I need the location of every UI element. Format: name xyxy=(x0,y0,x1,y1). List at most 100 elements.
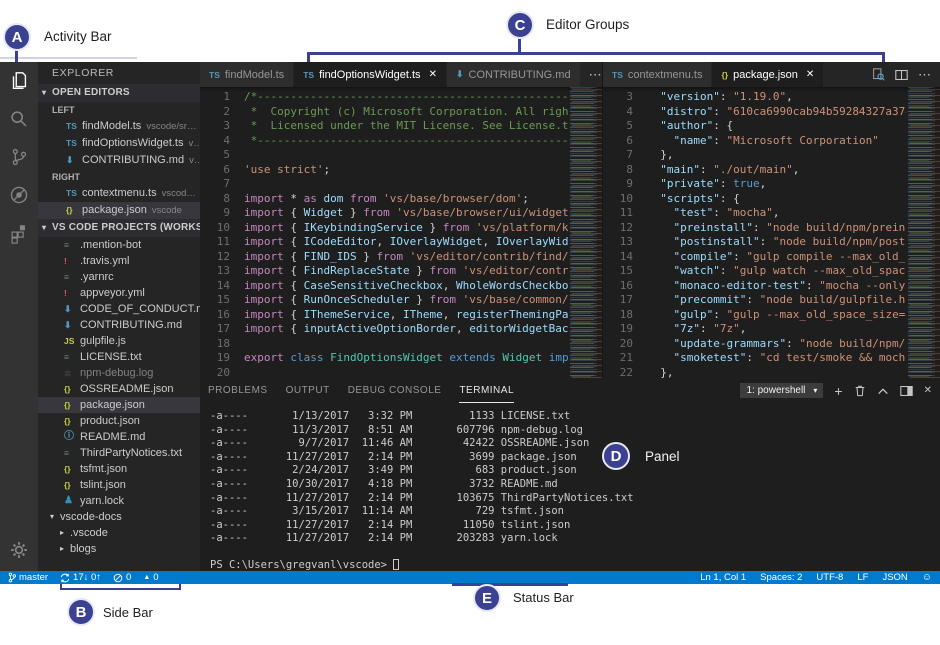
minimap[interactable] xyxy=(568,87,602,378)
tab-label: findModel.ts xyxy=(225,69,284,81)
new-terminal-icon[interactable]: + xyxy=(834,383,842,399)
open-editor-item[interactable]: {}package.jsonvscode xyxy=(38,202,200,219)
file-item[interactable]: {}tsfmt.json xyxy=(38,461,200,477)
code-line: "smoketest": "cd test/smoke && mocha", xyxy=(647,351,906,366)
close-panel-icon[interactable]: ✕ xyxy=(924,385,932,396)
eol-sequence[interactable]: LF xyxy=(857,572,868,583)
split-editor-icon[interactable] xyxy=(895,69,908,81)
tab-label: contextmenu.ts xyxy=(628,69,703,81)
tab-CONTRIBUTING.md[interactable]: ⬇CONTRIBUTING.md xyxy=(447,62,581,87)
explorer-icon[interactable] xyxy=(0,62,38,100)
open-editor-item[interactable]: TScontextmenu.tsvscode/src/... xyxy=(38,185,200,202)
folder-item[interactable]: ▸blogs xyxy=(38,541,200,557)
file-item[interactable]: ♟yarn.lock xyxy=(38,493,200,509)
file-name: gulpfile.js xyxy=(80,333,126,349)
terminal-select[interactable]: 1: powershell▾ xyxy=(740,383,823,398)
file-name: blogs xyxy=(70,541,96,557)
open-preview-icon[interactable] xyxy=(872,68,885,81)
minimap[interactable] xyxy=(906,87,940,378)
panel-actions: 1: powershell▾ + ✕ xyxy=(740,383,932,399)
language-mode[interactable]: JSON xyxy=(882,572,907,583)
tab-spacer xyxy=(824,62,864,87)
git-branch-status[interactable]: master xyxy=(8,572,48,583)
code-line: "watch": "gulp watch --max_old_space_siz… xyxy=(647,264,906,279)
file-item[interactable]: ≡ThirdPartyNotices.txt xyxy=(38,445,200,461)
kill-terminal-trash-icon[interactable] xyxy=(854,384,866,397)
open-editor-item[interactable]: ⬇CONTRIBUTING.mdvscode xyxy=(38,152,200,169)
encoding[interactable]: UTF-8 xyxy=(816,572,843,583)
md-file-icon: ⬇ xyxy=(64,317,80,333)
file-item[interactable]: {}package.json xyxy=(38,397,200,413)
maximize-panel-chevron-up-icon[interactable] xyxy=(877,386,889,396)
panel-tab-problems[interactable]: PROBLEMS xyxy=(208,378,268,403)
open-editor-path: vscode/src/vs/... xyxy=(146,118,200,135)
code-line: "scripts": { xyxy=(647,192,906,207)
feedback-smiley-icon[interactable]: ☺ xyxy=(922,572,932,583)
file-item[interactable]: ≡.yarnrc xyxy=(38,269,200,285)
open-editor-name: CONTRIBUTING.md xyxy=(82,152,184,169)
chevron-down-icon: ▾ xyxy=(42,219,52,237)
tab-findModel.ts[interactable]: TSfindModel.ts xyxy=(200,62,294,87)
list-file-icon: ≡ xyxy=(64,237,80,253)
editor-actions: ⋯ xyxy=(864,62,940,87)
md-file-icon: ⬇ xyxy=(66,152,82,169)
close-tab-icon[interactable]: ✕ xyxy=(806,69,814,80)
code-line: "update-grammars": "node build/npm/updat… xyxy=(647,337,906,352)
open-editor-item[interactable]: TSfindModel.tsvscode/src/vs/... xyxy=(38,118,200,135)
file-item[interactable]: !appveyor.yml xyxy=(38,285,200,301)
error-icon xyxy=(113,573,123,583)
panel-tab-output[interactable]: OUTPUT xyxy=(286,378,330,403)
editor-left[interactable]: 1 2 3 4 5 6 7 8 9 10 11 12 13 14 15 16 1… xyxy=(200,87,602,378)
open-editor-name: contextmenu.ts xyxy=(82,185,157,202)
search-icon[interactable] xyxy=(0,100,38,138)
code-line: import { ICodeEditor, IOverlayWidget, IO… xyxy=(244,235,568,250)
file-item[interactable]: ⓘREADME.md xyxy=(38,429,200,445)
json-file-icon: {} xyxy=(64,413,80,429)
extensions-icon[interactable] xyxy=(0,214,38,252)
terminal[interactable]: -a---- 1/13/2017 3:32 PM 1133 LICENSE.tx… xyxy=(210,410,934,567)
ts-file-icon: TS xyxy=(612,70,623,80)
warnings-status[interactable]: ▲ 0 xyxy=(143,572,158,583)
file-item[interactable]: !.travis.yml xyxy=(38,253,200,269)
source-control-icon[interactable] xyxy=(0,138,38,176)
panel-tab-debug-console[interactable]: DEBUG CONSOLE xyxy=(348,378,442,403)
close-tab-icon[interactable]: ✕ xyxy=(429,69,437,80)
json-file-icon: {} xyxy=(721,70,728,80)
folder-item[interactable]: ▾vscode-docs xyxy=(38,509,200,525)
cursor-position[interactable]: Ln 1, Col 1 xyxy=(700,572,746,583)
file-item[interactable]: ⬇CODE_OF_CONDUCT.md xyxy=(38,301,200,317)
file-item[interactable]: ⬇CONTRIBUTING.md xyxy=(38,317,200,333)
more-actions-icon[interactable]: ⋯ xyxy=(918,67,932,83)
file-item[interactable]: ≣npm-debug.log xyxy=(38,365,200,381)
file-item[interactable]: {}product.json xyxy=(38,413,200,429)
panel: PROBLEMS OUTPUT DEBUG CONSOLE TERMINAL 1: p… xyxy=(200,378,940,571)
tab-contextmenu.ts[interactable]: TS contextmenu.ts xyxy=(603,62,712,87)
debug-icon[interactable] xyxy=(0,176,38,214)
terminal-cursor xyxy=(393,559,399,570)
sync-status[interactable]: 17↓ 0↑ xyxy=(60,572,101,583)
tab-findOptionsWidget.ts[interactable]: TSfindOptionsWidget.ts✕ xyxy=(294,62,447,87)
open-editors-header[interactable]: ▾OPEN EDITORS xyxy=(38,84,200,102)
open-editor-item[interactable]: TSfindOptionsWidget.tsvsco... xyxy=(38,135,200,152)
more-actions-icon[interactable]: ⋯ xyxy=(589,67,603,83)
annotation-c-bracket xyxy=(307,52,885,62)
settings-gear-icon[interactable] xyxy=(0,535,38,565)
editor-right[interactable]: 3 4 5 6 7 8 9 10 11 12 13 14 15 16 17 18… xyxy=(603,87,940,378)
file-item[interactable]: {}OSSREADME.json xyxy=(38,381,200,397)
panel-position-icon[interactable] xyxy=(900,385,913,397)
file-item[interactable]: {}tslint.json xyxy=(38,477,200,493)
indentation[interactable]: Spaces: 2 xyxy=(760,572,802,583)
file-item[interactable]: ≡.mention-bot xyxy=(38,237,200,253)
file-item[interactable]: ≡LICENSE.txt xyxy=(38,349,200,365)
tab-bar-left: TSfindModel.tsTSfindOptionsWidget.ts✕⬇CO… xyxy=(200,62,602,87)
list-file-icon: ≡ xyxy=(64,445,80,461)
ts-file-icon: TS xyxy=(303,70,314,80)
file-item[interactable]: JSgulpfile.js xyxy=(38,333,200,349)
folder-item[interactable]: ▸.vscode xyxy=(38,525,200,541)
errors-status[interactable]: 0 xyxy=(113,572,131,583)
tab-package.json[interactable]: {}package.json✕ xyxy=(712,62,824,87)
code-line: "precommit": "node build/gulpfile.hygien… xyxy=(647,293,906,308)
workspace-header[interactable]: ▾VS CODE PROJECTS (WORKSPACE) xyxy=(38,219,200,237)
json-file-icon: {} xyxy=(66,202,82,219)
panel-tab-terminal[interactable]: TERMINAL xyxy=(459,378,514,403)
